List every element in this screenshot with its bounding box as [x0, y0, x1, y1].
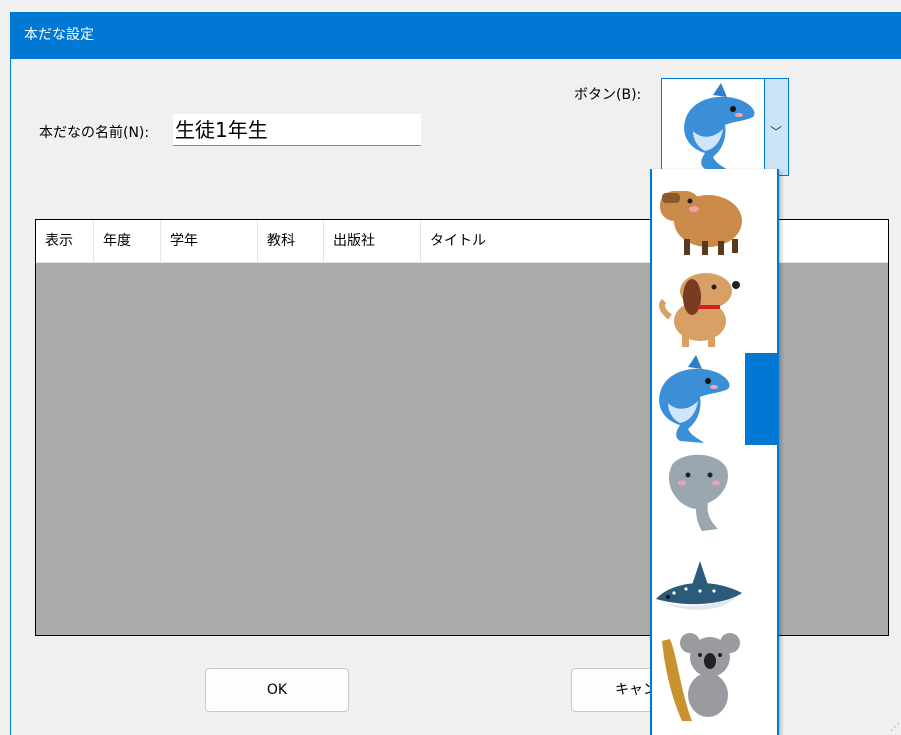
column-header-grade[interactable]: 学年 — [161, 220, 258, 263]
chevron-down-icon: ﹀ — [770, 125, 783, 139]
dropdown-item-koala[interactable] — [652, 629, 777, 721]
dolphin-icon — [684, 83, 755, 171]
koala-icon — [662, 633, 740, 721]
dropdown-item-dolphin-selected[interactable] — [652, 353, 777, 445]
dropdown-item-manatee[interactable] — [652, 445, 777, 537]
dolphin-icon — [659, 355, 730, 443]
capybara-icon — [660, 191, 742, 255]
combobox-dropdown-button[interactable]: ﹀ — [764, 79, 788, 175]
whale-shark-icon — [656, 561, 742, 610]
ok-button[interactable]: OK — [205, 668, 349, 712]
column-header-display[interactable]: 表示 — [36, 220, 94, 263]
column-header-subject[interactable]: 教科 — [258, 220, 324, 263]
column-header-publisher[interactable]: 出版社 — [324, 220, 421, 263]
shelf-name-label: 本だなの名前(N): — [39, 125, 150, 141]
selected-item-highlight — [745, 353, 777, 445]
manatee-icon — [668, 454, 728, 531]
shelf-name-input[interactable]: 生徒1年生 — [173, 114, 421, 146]
dropdown-item-capybara[interactable] — [652, 169, 777, 261]
dog-icon — [659, 273, 740, 347]
column-header-year[interactable]: 年度 — [94, 220, 161, 263]
resize-grip-icon[interactable]: ⋰ — [890, 722, 900, 733]
dropdown-item-whale-shark[interactable] — [652, 537, 777, 629]
button-icon-combobox[interactable]: ﹀ — [661, 78, 789, 176]
window-title: 本だな設定 — [24, 27, 94, 43]
title-bar[interactable]: 本だな設定 — [11, 12, 901, 59]
button-icon-dropdown-list[interactable] — [650, 169, 779, 735]
button-label: ボタン(B): — [574, 87, 642, 103]
dropdown-item-dog[interactable] — [652, 261, 777, 353]
